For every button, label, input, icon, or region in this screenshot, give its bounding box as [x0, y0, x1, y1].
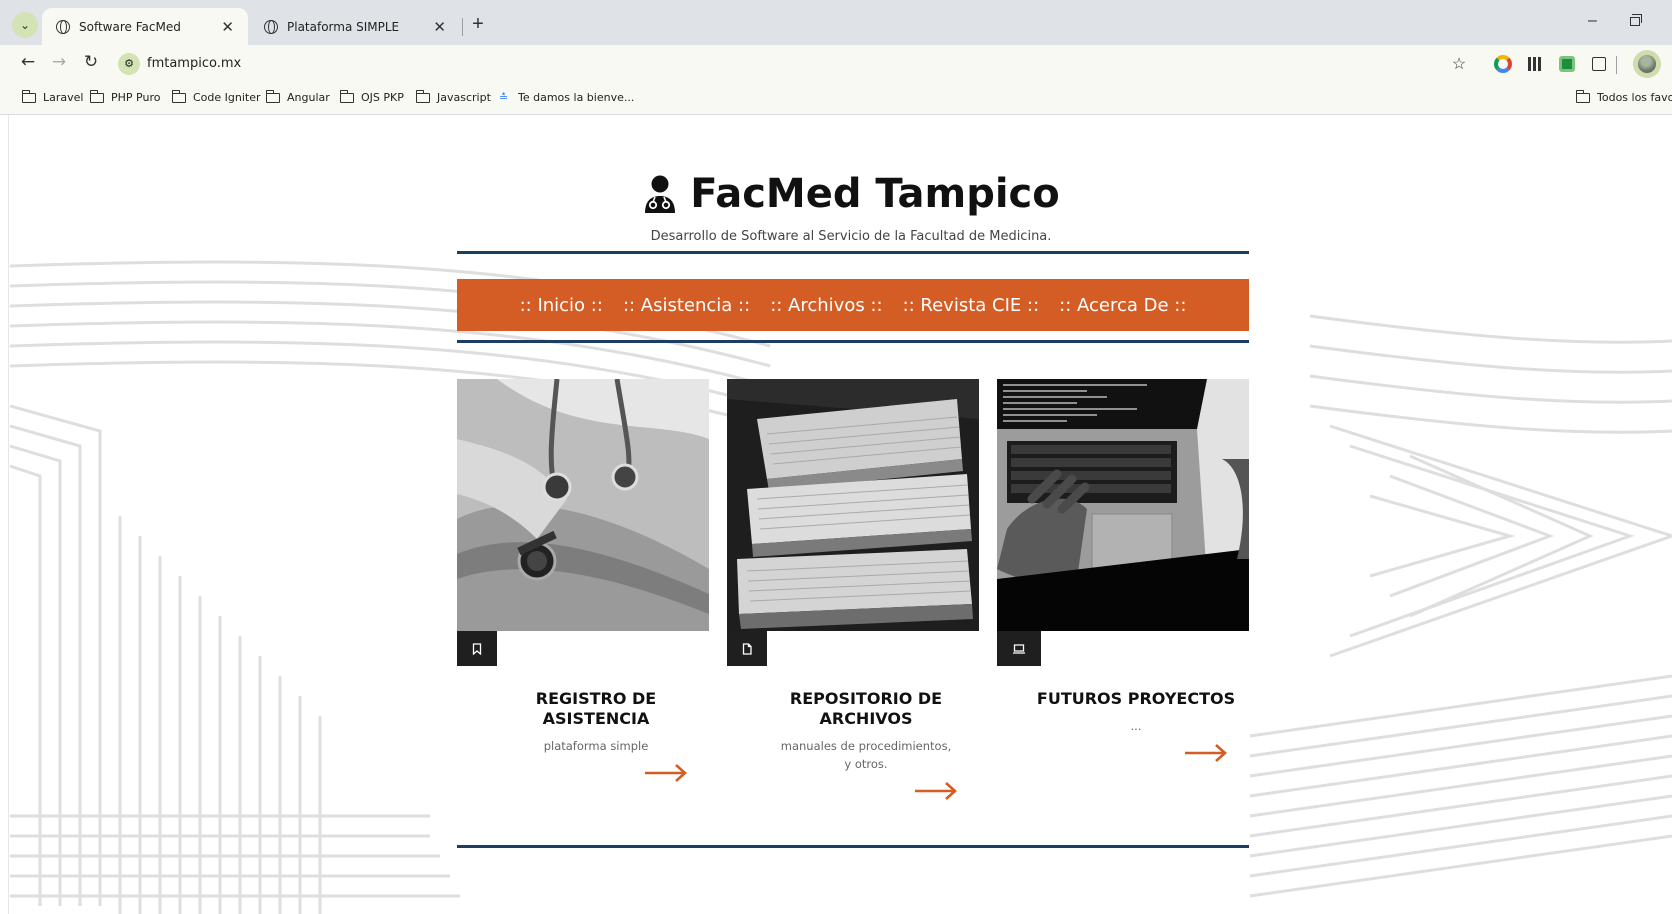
puzzle-icon[interactable] [1589, 54, 1609, 74]
avatar[interactable] [1633, 50, 1661, 78]
arrow-right-icon[interactable] [913, 781, 959, 801]
toolbar-divider [1616, 56, 1617, 74]
menu-item-acerca-de[interactable]: :: Acerca De :: [1059, 295, 1186, 316]
divider-top [457, 251, 1249, 254]
close-icon[interactable]: ✕ [433, 18, 446, 36]
card-futuros-proyectos: FUTUROS PROYECTOS ... [997, 379, 1249, 783]
google-icon: ≛ [499, 90, 509, 104]
card-description: manuales de procedimientos, y otros. [780, 739, 952, 771]
menu-item-inicio[interactable]: :: Inicio :: [520, 295, 603, 316]
bookmark-php-puro[interactable]: PHP Puro [89, 89, 160, 104]
tab-title: Plataforma SIMPLE [287, 19, 400, 34]
site-subtitle: Desarrollo de Software al Servicio de la… [650, 229, 1052, 244]
card-repositorio-archivos: REPOSITORIO DE ARCHIVOS manuales de proc… [727, 379, 979, 821]
bookmark-ojs-pkp[interactable]: OJS PKP [339, 89, 404, 104]
folder-icon [265, 89, 280, 103]
globe-icon [264, 19, 278, 34]
bookmark-laravel[interactable]: Laravel [21, 89, 83, 104]
laptop-icon [1013, 643, 1025, 654]
card-title: FUTUROS PROYECTOS [1036, 689, 1236, 708]
qr-code-icon[interactable] [1525, 54, 1545, 74]
forward-arrow-icon[interactable]: → [48, 52, 70, 72]
folder-icon [1575, 89, 1590, 103]
tab-title: Software FacMed [79, 19, 181, 34]
card-registro-asistencia: REGISTRO DE ASISTENCIA plataforma simple [457, 379, 709, 803]
card-title: REGISTRO DE ASISTENCIA [535, 689, 657, 728]
bookmark-angular[interactable]: Angular [265, 89, 330, 104]
bookmark-bienvenida[interactable]: ≛ Te damos la bienve... [499, 91, 634, 104]
card-body: FUTUROS PROYECTOS ... [1023, 631, 1249, 783]
card-body: REGISTRO DE ASISTENCIA plataforma simple [483, 631, 709, 803]
address-bar[interactable]: fmtampico.mx [147, 56, 241, 71]
tab-divider [462, 18, 463, 36]
bookmark-javascript[interactable]: Javascript [415, 89, 491, 104]
card-badge [457, 631, 497, 666]
plus-icon[interactable]: + [466, 13, 490, 36]
folder-icon [171, 89, 186, 103]
card-description: ... [1130, 719, 1142, 733]
folder-icon [89, 89, 104, 103]
card-body: REPOSITORIO DE ARCHIVOS manuales de proc… [753, 631, 979, 821]
back-arrow-icon[interactable]: ← [17, 52, 39, 72]
reload-icon[interactable]: ↻ [80, 52, 102, 72]
bookmark-icon [472, 642, 482, 655]
tab-plataforma-simple[interactable]: Plataforma SIMPLE ✕ [250, 8, 460, 45]
folders-stack-image [727, 379, 979, 631]
extension-green-icon[interactable] [1557, 54, 1577, 74]
arrow-right-icon[interactable] [1183, 743, 1229, 763]
document-icon [742, 642, 752, 655]
restore-icon[interactable] [1630, 14, 1642, 26]
folder-icon [21, 89, 36, 103]
menu-item-archivos[interactable]: :: Archivos :: [770, 295, 882, 316]
folder-icon [415, 89, 430, 103]
globe-icon [56, 19, 70, 34]
doctor-stethoscope-image [457, 379, 709, 631]
divider-bottom [457, 845, 1249, 848]
bookmark-code-igniter[interactable]: Code Igniter [171, 89, 261, 104]
extension-color-icon[interactable] [1493, 54, 1513, 74]
folder-icon [339, 89, 354, 103]
card-badge [997, 631, 1041, 666]
menu-item-asistencia[interactable]: :: Asistencia :: [623, 295, 750, 316]
minimize-icon[interactable]: – [1588, 12, 1597, 30]
star-icon[interactable]: ☆ [1449, 54, 1469, 74]
tab-strip: ⌄ Software FacMed ✕ Plataforma SIMPLE ✕ … [0, 0, 1672, 45]
browser-toolbar: ← → ↻ ⚙ fmtampico.mx ☆ [0, 45, 1672, 83]
close-icon[interactable]: ✕ [221, 18, 234, 36]
divider-menu [457, 340, 1249, 343]
window-left-edge [0, 0, 9, 914]
arrow-right-icon[interactable] [643, 763, 689, 783]
main-menu: :: Inicio :: :: Asistencia :: :: Archivo… [457, 279, 1249, 331]
doctor-icon [645, 175, 676, 213]
menu-item-revista-cie[interactable]: :: Revista CIE :: [903, 295, 1040, 316]
site-title: FacMed Tampico [10, 171, 1672, 217]
laptop-typing-image [997, 379, 1249, 631]
site-info-icon[interactable]: ⚙ [118, 53, 140, 75]
tab-software-facmed[interactable]: Software FacMed ✕ [42, 8, 248, 45]
card-description: plataforma simple [543, 739, 649, 753]
all-bookmarks[interactable]: Todos los favori [1575, 89, 1672, 104]
chevron-down-icon[interactable]: ⌄ [12, 12, 38, 38]
card-title: REPOSITORIO DE ARCHIVOS [789, 689, 943, 728]
card-badge [727, 631, 767, 666]
page-viewport[interactable]: FacMed Tampico Desarrollo de Software al… [10, 116, 1672, 914]
bookmarks-bar: Laravel PHP Puro Code Igniter Angular OJ… [0, 83, 1672, 115]
